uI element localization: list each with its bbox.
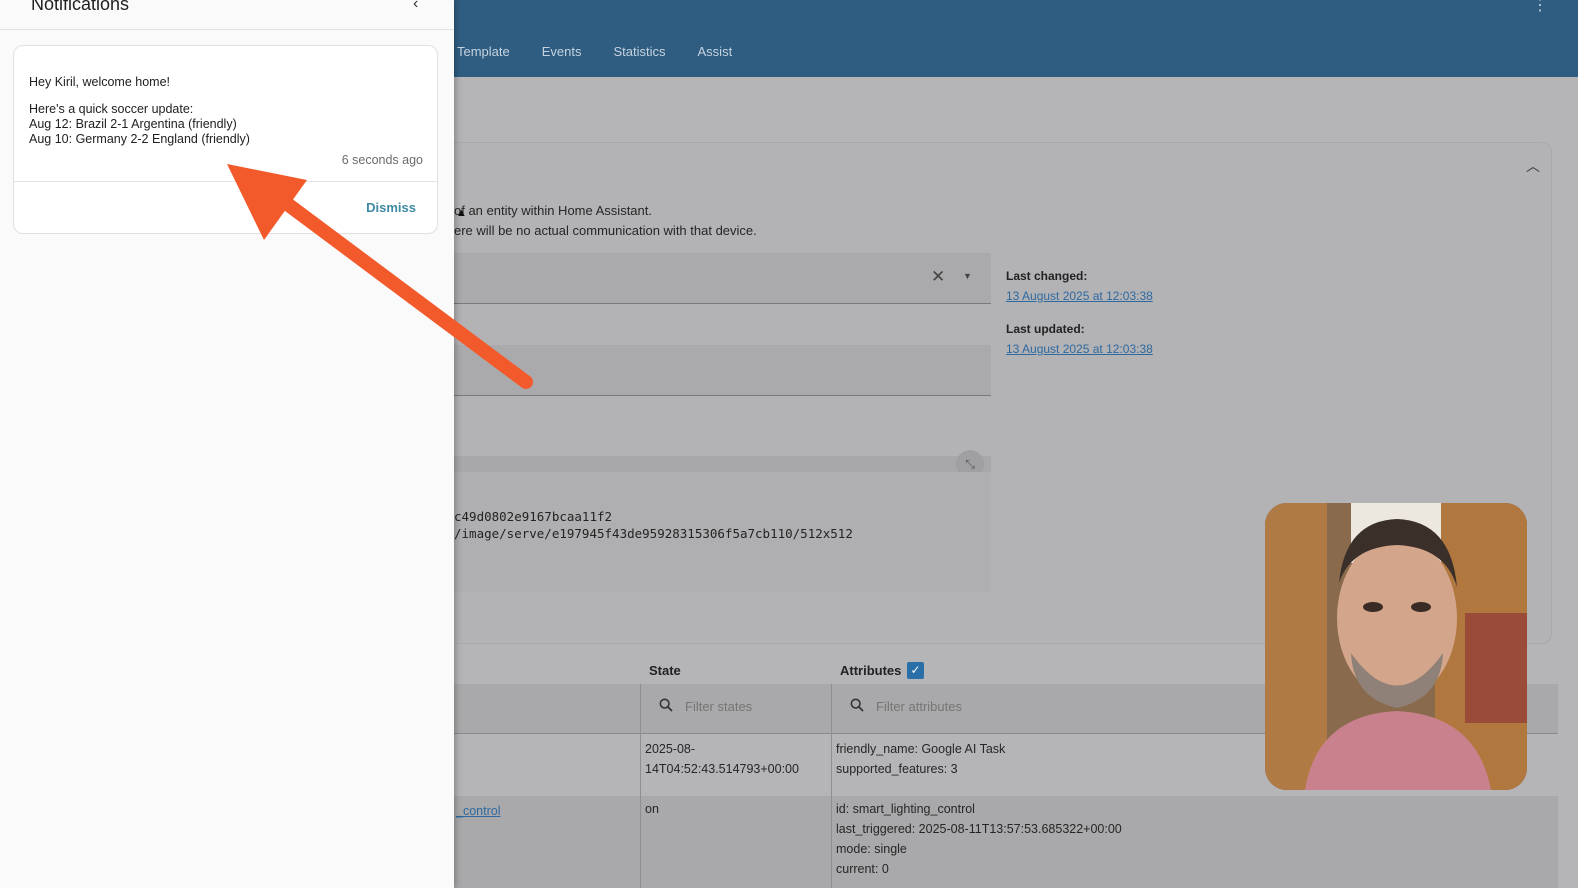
drawer-title: Notifications bbox=[31, 0, 130, 14]
yaml-line: /image/serve/e197945f43de95928315306f5a7… bbox=[454, 526, 853, 541]
filter-states-input[interactable] bbox=[685, 699, 825, 714]
state-cell: 2025-08- 14T04:52:43.514793+00:00 bbox=[645, 739, 799, 779]
attribute-line: mode: single bbox=[836, 842, 907, 856]
filter-attributes-input[interactable] bbox=[876, 699, 1176, 714]
dropdown-caret-icon[interactable]: ▼ bbox=[963, 271, 972, 281]
dismiss-button[interactable]: Dismiss bbox=[366, 200, 416, 215]
notification-card: Hey Kiril, welcome home! Here's a quick … bbox=[13, 45, 438, 234]
tab-template[interactable]: Template bbox=[457, 44, 510, 59]
last-updated-link[interactable]: 13 August 2025 at 12:03:38 bbox=[1006, 342, 1153, 356]
attribute-line: friendly_name: Google AI Task bbox=[836, 742, 1006, 756]
state-input-field[interactable] bbox=[454, 345, 991, 396]
attribute-line: current: 0 bbox=[836, 862, 889, 876]
tab-statistics[interactable]: Statistics bbox=[614, 44, 666, 59]
attribute-line: last_triggered: 2025-08-11T13:57:53.6853… bbox=[836, 822, 1122, 836]
attribute-line: supported_features: 3 bbox=[836, 762, 958, 776]
mouse-cursor-icon: ▲ bbox=[456, 207, 467, 219]
notification-greeting: Hey Kiril, welcome home! bbox=[29, 75, 171, 89]
chevron-up-icon[interactable]: ︿ bbox=[1526, 156, 1540, 176]
attributes-cell: friendly_name: Google AI Task supported_… bbox=[836, 739, 1005, 779]
card-description-line2: ere will be no actual communication with… bbox=[454, 223, 757, 238]
notification-text: Aug 12: Brazil 2-1 Argentina (friendly) bbox=[29, 117, 237, 131]
entity-select-field[interactable] bbox=[454, 253, 991, 304]
state-value: 14T04:52:43.514793+00:00 bbox=[645, 762, 799, 776]
presenter-video-icon bbox=[1265, 503, 1527, 790]
state-value: on bbox=[645, 802, 659, 816]
last-changed-label: Last changed: bbox=[1006, 269, 1088, 283]
attributes-checkbox[interactable]: ✓ bbox=[907, 662, 924, 679]
column-header-attributes: Attributes bbox=[840, 663, 902, 678]
overflow-menu-icon[interactable]: ⋮ bbox=[1532, 0, 1548, 14]
yaml-line: c49d0802e9167bcaa11f2 bbox=[454, 509, 613, 524]
search-icon bbox=[659, 698, 673, 712]
drawer-header: Notifications ‹ bbox=[0, 0, 454, 30]
attribute-line: id: smart_lighting_control bbox=[836, 802, 975, 816]
tab-events[interactable]: Events bbox=[542, 44, 582, 59]
column-header-state[interactable]: State bbox=[649, 663, 681, 678]
clear-icon[interactable]: ✕ bbox=[931, 267, 945, 287]
webcam-video bbox=[1265, 503, 1527, 790]
notification-text: Here's a quick soccer update: bbox=[29, 102, 194, 116]
column-divider bbox=[640, 796, 641, 888]
chevron-left-icon[interactable]: ‹ bbox=[413, 0, 418, 13]
divider bbox=[14, 181, 437, 182]
last-updated-label: Last updated: bbox=[1006, 322, 1085, 336]
state-value: 2025-08- bbox=[645, 742, 696, 756]
yaml-toolbar bbox=[454, 456, 991, 472]
notification-timestamp: 6 seconds ago bbox=[341, 153, 423, 167]
notification-text: Aug 10: Germany 2-2 England (friendly) bbox=[29, 132, 250, 146]
card-description-line1: of an entity within Home Assistant. bbox=[454, 203, 652, 218]
entity-link[interactable]: _control bbox=[456, 804, 500, 818]
column-divider bbox=[831, 796, 832, 888]
notifications-drawer: Notifications ‹ Hey Kiril, welcome home!… bbox=[0, 0, 454, 888]
attributes-cell: id: smart_lighting_control last_triggere… bbox=[836, 799, 1122, 879]
tab-assist[interactable]: Assist bbox=[698, 44, 733, 59]
last-changed-link[interactable]: 13 August 2025 at 12:03:38 bbox=[1006, 289, 1153, 303]
dev-tools-tabs: Template Events Statistics Assist bbox=[457, 44, 732, 59]
search-icon bbox=[850, 698, 864, 712]
